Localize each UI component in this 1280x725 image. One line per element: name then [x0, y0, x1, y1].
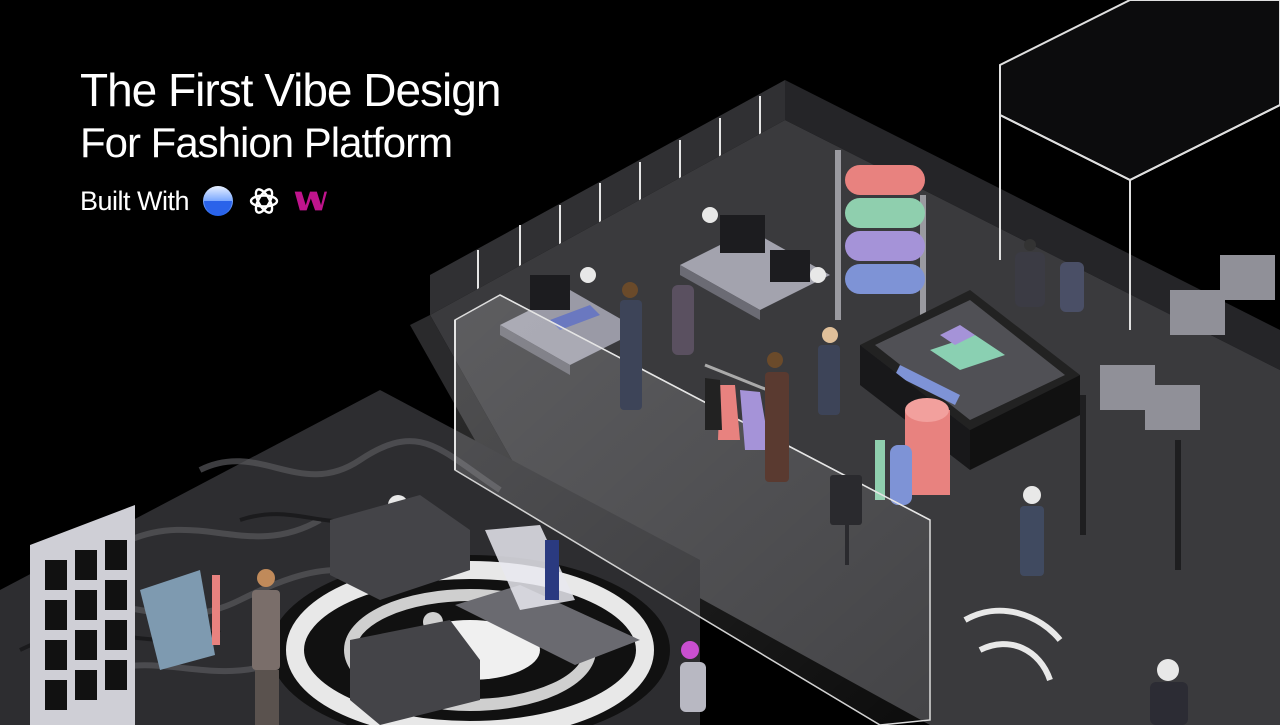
blue-circle-logo [203, 186, 234, 216]
title-line-1: The First Vibe Design [80, 64, 501, 116]
built-with-label: Built With [80, 185, 190, 216]
built-with-row: Built With [80, 184, 500, 218]
openai-knot-logo [249, 188, 279, 214]
title-line-2: For Fashion Platform [80, 119, 453, 166]
hero-heading: The First Vibe Design For Fashion Platfo… [80, 62, 501, 218]
webflow-w-logo [294, 191, 328, 211]
figure-standing-left [252, 569, 280, 725]
